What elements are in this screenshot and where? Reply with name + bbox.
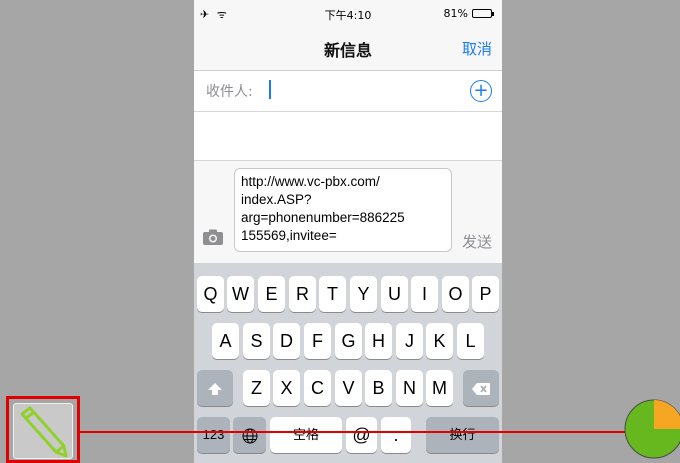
message-input[interactable]: http://www.vc-pbx.com/ index.ASP? arg=ph… (234, 168, 452, 252)
key-y[interactable]: Y (350, 276, 377, 312)
numbers-key[interactable]: 123 (197, 417, 230, 453)
keyboard-row-1: Q W E R T Y U I O P (194, 276, 502, 312)
key-b[interactable]: B (365, 370, 392, 406)
cancel-button[interactable]: 取消 (462, 38, 492, 59)
delete-key[interactable] (463, 370, 499, 406)
keyboard-row-2: A S D F G H J K L (194, 323, 502, 359)
send-button[interactable]: 发送 (462, 231, 492, 252)
key-s[interactable]: S (243, 323, 270, 359)
pie-indicator (624, 399, 680, 459)
key-m[interactable]: M (426, 370, 453, 406)
key-j[interactable]: J (396, 323, 423, 359)
compose-bar: http://www.vc-pbx.com/ index.ASP? arg=ph… (194, 160, 502, 254)
keyboard: Q W E R T Y U I O P A S D F G H J K L Z (194, 263, 502, 463)
key-a[interactable]: A (212, 323, 239, 359)
text-cursor (269, 80, 271, 99)
recipient-field[interactable]: 收件人: + (194, 71, 502, 112)
key-g[interactable]: G (335, 323, 362, 359)
key-r[interactable]: R (289, 276, 316, 312)
key-l[interactable]: L (457, 323, 484, 359)
battery-indicator: 81% (443, 7, 494, 20)
key-i[interactable]: I (411, 276, 438, 312)
message-thread-area (194, 112, 502, 160)
annotation-line (80, 431, 680, 433)
globe-key[interactable] (233, 417, 266, 453)
key-c[interactable]: C (304, 370, 331, 406)
space-key[interactable]: 空格 (270, 417, 342, 453)
status-bar: ✈ ᯤ 下午4:10 81% (194, 0, 502, 26)
keyboard-row-3: Z X C V B N M (194, 370, 502, 406)
key-t[interactable]: T (319, 276, 346, 312)
key-f[interactable]: F (304, 323, 331, 359)
at-key[interactable]: @ (346, 417, 377, 453)
page-title: 新信息 (323, 41, 372, 60)
recipient-label: 收件人: (206, 84, 253, 100)
navigation-bar: 新信息 取消 (194, 26, 502, 71)
return-key[interactable]: 换行 (426, 417, 499, 453)
key-e[interactable]: E (258, 276, 285, 312)
keyboard-row-4: 123 空格 @ . 换行 (194, 417, 502, 453)
shift-key[interactable] (197, 370, 233, 406)
camera-icon[interactable] (202, 229, 224, 246)
key-x[interactable]: X (273, 370, 300, 406)
battery-percent: 81% (443, 7, 468, 20)
key-z[interactable]: Z (243, 370, 270, 406)
key-o[interactable]: O (442, 276, 469, 312)
key-n[interactable]: N (396, 370, 423, 406)
battery-icon (472, 9, 494, 18)
annotation-highlight-box (6, 396, 80, 463)
key-d[interactable]: D (273, 323, 300, 359)
key-h[interactable]: H (365, 323, 392, 359)
key-q[interactable]: Q (197, 276, 224, 312)
pencil-icon (20, 406, 68, 458)
shift-icon (208, 383, 222, 396)
key-u[interactable]: U (381, 276, 408, 312)
pencil-button[interactable] (13, 403, 73, 459)
key-w[interactable]: W (227, 276, 254, 312)
key-v[interactable]: V (335, 370, 362, 406)
key-p[interactable]: P (472, 276, 499, 312)
key-k[interactable]: K (426, 323, 453, 359)
add-contact-icon[interactable]: + (470, 80, 492, 102)
dot-key[interactable]: . (381, 417, 411, 453)
phone-screen: ✈ ᯤ 下午4:10 81% 新信息 取消 收件人: + http://www.… (194, 0, 502, 463)
backspace-icon (472, 383, 490, 396)
